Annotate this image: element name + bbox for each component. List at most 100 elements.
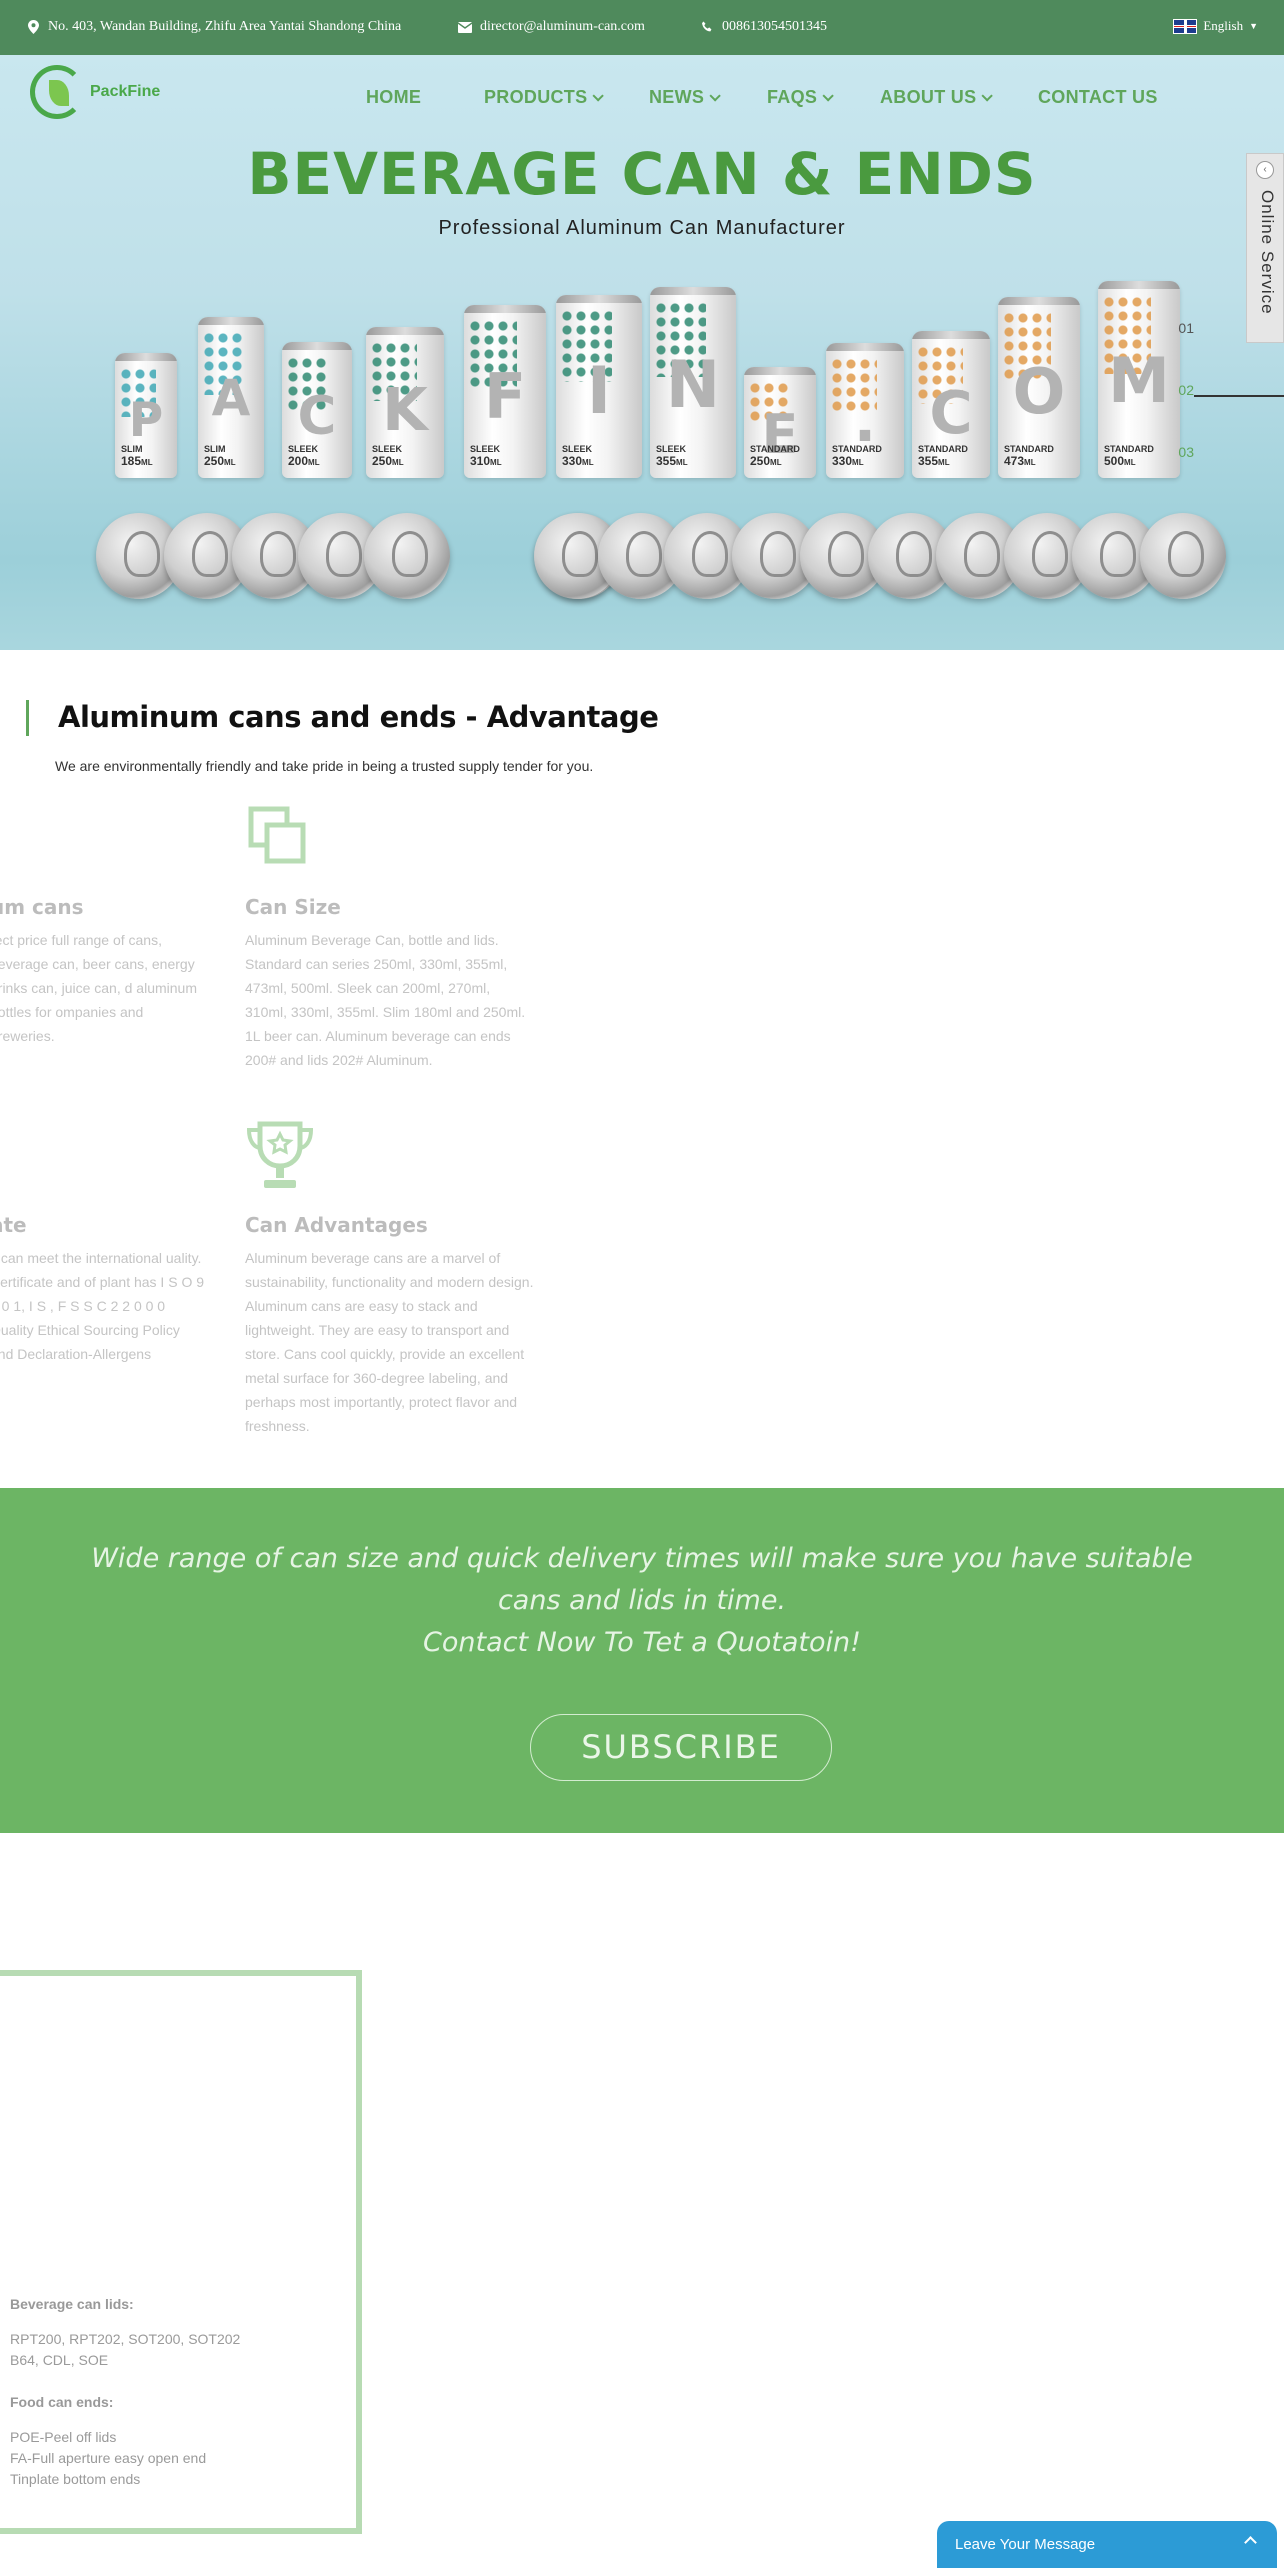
product-can: A SLIM 250ML — [198, 317, 264, 478]
can-letter: A — [211, 369, 251, 427]
food-ends-heading: Food can ends: — [10, 2394, 114, 2410]
chevron-up-icon[interactable] — [1244, 2536, 1257, 2549]
can-size-label: SLEEK 355ML — [656, 443, 688, 468]
can-size-label: STANDARD 355ML — [918, 443, 968, 468]
nav-products[interactable]: PRODUCTS — [484, 87, 605, 108]
email-link[interactable]: director@aluminum-can.com — [480, 19, 645, 35]
can-lid — [364, 513, 450, 599]
can-letter: C — [929, 378, 973, 447]
beverage-lids-heading: Beverage can lids: — [10, 2296, 134, 2312]
nav-about-us[interactable]: ABOUT US — [880, 87, 994, 108]
can-letter: I — [586, 354, 612, 429]
hero-banner: PackFine HOME PRODUCTS NEWS FAQS ABOUT U… — [0, 55, 1284, 650]
nav-home-label: HOME — [366, 87, 422, 107]
nav-faqs[interactable]: FAQS — [767, 87, 834, 108]
map-pin-icon — [26, 20, 40, 34]
slide-indicator-line — [1194, 395, 1284, 397]
food-ends-line-3: Tinplate bottom ends — [10, 2471, 141, 2487]
feature-text-cans: rect price full range of cans, beverage … — [0, 932, 197, 1044]
collapse-icon[interactable]: ‹ — [1256, 161, 1274, 179]
phone-number[interactable]: 008613054501345 — [722, 19, 827, 35]
chevron-down-icon — [709, 89, 721, 102]
food-ends-line-2: FA-Full aperture easy open end — [10, 2450, 207, 2466]
online-service-label: Online Service — [1258, 190, 1277, 315]
cta-line-1: Wide range of can size and quick deliver… — [91, 1543, 1193, 1574]
email-info[interactable]: director@aluminum-can.com — [458, 19, 645, 35]
slide-dot-3[interactable]: 03 — [1178, 444, 1194, 460]
phone-info[interactable]: 008613054501345 — [700, 19, 827, 35]
section-accent-bar — [26, 700, 29, 736]
feature-text-can-size: Aluminum Beverage Can, bottle and lids. … — [245, 932, 526, 1068]
product-can: C STANDARD 355ML — [912, 331, 990, 478]
nav-about-label: ABOUT US — [880, 87, 977, 107]
cta-text: Wide range of can size and quick deliver… — [0, 1538, 1284, 1664]
copy-squares-icon — [248, 806, 308, 871]
can-size-label: STANDARD 330ML — [832, 443, 882, 468]
language-selector[interactable]: English ▼ — [1173, 18, 1258, 34]
hero-subtitle: Professional Aluminum Can Manufacturer — [438, 217, 846, 239]
nav-contact-us[interactable]: CONTACT US — [1038, 87, 1158, 108]
products-info-box: Beverage can lids: RPT200, RPT202, SOT20… — [0, 1970, 362, 2534]
leave-message-label: Leave Your Message — [955, 2536, 1096, 2553]
product-can: E STANDARD 250ML — [744, 367, 816, 478]
product-can: M STANDARD 500ML — [1098, 281, 1180, 478]
address-info: No. 403, Wandan Building, Zhifu Area Yan… — [26, 19, 401, 35]
slide-dot-2[interactable]: 02 — [1178, 382, 1194, 398]
trophy-icon — [244, 1120, 316, 1199]
can-letter: O — [1012, 355, 1066, 428]
product-can: P SLIM 185ML — [115, 353, 177, 478]
can-size-label: SLEEK 330ML — [562, 443, 594, 468]
phone-icon — [700, 20, 714, 34]
caret-down-icon: ▼ — [1249, 21, 1258, 31]
food-ends-line-1: POE-Peel off lids — [10, 2429, 117, 2445]
uk-flag-icon — [1173, 18, 1198, 34]
product-can: K SLEEK 250ML — [366, 327, 444, 478]
product-can: I SLEEK 330ML — [556, 295, 642, 478]
feature-heading-certificate: ate — [0, 1213, 27, 1237]
main-navigation: HOME PRODUCTS NEWS FAQS ABOUT US CONTACT… — [0, 87, 1284, 111]
online-service-tab[interactable]: ‹ Online Service — [1246, 153, 1284, 343]
product-can: F SLEEK 310ML — [464, 305, 546, 478]
feature-heading-advantages: Can Advantages — [245, 1213, 428, 1237]
can-size-label: STANDARD 250ML — [750, 443, 800, 468]
nav-products-label: PRODUCTS — [484, 87, 588, 107]
beverage-lids-line-2: B64, CDL, SOE — [10, 2352, 109, 2368]
can-size-label: SLIM 250ML — [204, 443, 236, 468]
can-size-label: SLEEK 310ML — [470, 443, 502, 468]
can-letter: K — [382, 375, 428, 444]
can-size-label: SLEEK 200ML — [288, 443, 320, 468]
product-can: O STANDARD 473ML — [998, 297, 1080, 478]
nav-home[interactable]: HOME — [366, 87, 421, 108]
nav-news-label: NEWS — [649, 87, 705, 107]
can-letter: M — [1108, 344, 1170, 417]
advantage-title: Aluminum cans and ends - Advantage — [58, 700, 659, 734]
slide-dot-1[interactable]: 01 — [1178, 320, 1194, 336]
advantage-subtitle: We are environmentally friendly and take… — [55, 758, 594, 774]
address-text: No. 403, Wandan Building, Zhifu Area Yan… — [48, 19, 402, 34]
feature-text-advantages: Aluminum beverage cans are a marvel of s… — [245, 1250, 534, 1434]
nav-faqs-label: FAQS — [767, 87, 818, 107]
product-can: C SLEEK 200ML — [282, 342, 352, 478]
can-letter: P — [128, 393, 164, 448]
feature-heading-cans: um cans — [0, 895, 84, 919]
language-label: English — [1203, 18, 1244, 33]
top-info-bar: No. 403, Wandan Building, Zhifu Area Yan… — [0, 0, 1284, 55]
can-size-label: SLEEK 250ML — [372, 443, 404, 468]
chevron-down-icon — [981, 89, 994, 102]
can-size-label: STANDARD 473ML — [1004, 443, 1054, 468]
hero-title: BEVERAGE CAN & ENDS — [247, 140, 1037, 208]
chevron-down-icon — [822, 89, 834, 102]
envelope-icon — [458, 20, 472, 34]
can-size-label: SLIM 185ML — [121, 443, 153, 468]
subscribe-button[interactable]: SUBSCRIBE — [530, 1714, 832, 1781]
can-letter: N — [665, 348, 721, 423]
can-letter: C — [297, 386, 337, 447]
nav-contact-label: CONTACT US — [1038, 87, 1158, 107]
leave-message-widget[interactable]: Leave Your Message — [937, 2521, 1277, 2568]
feature-heading-can-size: Can Size — [245, 895, 341, 919]
feature-text-certificate: s can meet the international uality. Cer… — [0, 1250, 205, 1362]
beverage-lids-line-1: RPT200, RPT202, SOT200, SOT202 — [10, 2331, 241, 2347]
product-can: . STANDARD 330ML — [826, 343, 904, 478]
product-can: N SLEEK 355ML — [650, 287, 736, 478]
nav-news[interactable]: NEWS — [649, 87, 721, 108]
